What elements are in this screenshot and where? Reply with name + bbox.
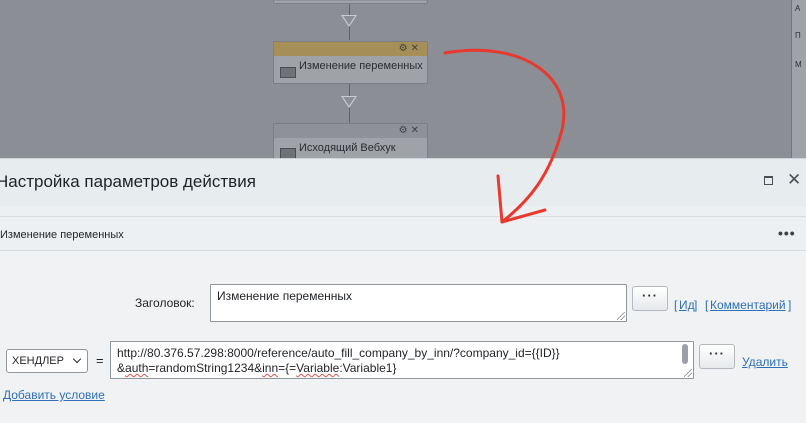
dialog-body bbox=[0, 251, 806, 423]
value-line-2: &auth=randomString1234&inn={=Variable:Va… bbox=[117, 361, 397, 375]
value-line-1: http://80.376.57.298:8000/reference/auto… bbox=[117, 346, 560, 360]
panel-label[interactable]: А bbox=[795, 4, 800, 13]
value-insert-button[interactable]: ··· bbox=[699, 344, 735, 369]
maximize-icon[interactable] bbox=[764, 176, 773, 185]
panel-label[interactable]: М bbox=[795, 60, 802, 69]
delete-link[interactable]: Удалить bbox=[742, 355, 788, 369]
block-header bbox=[274, 0, 427, 1]
variables-icon bbox=[280, 67, 296, 78]
workflow-block-top[interactable] bbox=[273, 0, 428, 4]
dialog-title: Настройка параметров действия bbox=[0, 172, 256, 191]
title-insert-button[interactable]: ··· bbox=[632, 286, 668, 311]
block-header: ⚙✕ bbox=[274, 42, 427, 56]
add-condition-link[interactable]: Добавить условие bbox=[3, 388, 105, 402]
more-options-icon[interactable]: ••• bbox=[778, 225, 796, 241]
action-settings-dialog: Настройка параметров действия ✕ Изменени… bbox=[0, 158, 806, 423]
bracket: ] bbox=[788, 298, 792, 312]
handler-select-value: ХЕНДЛЕР bbox=[12, 355, 64, 367]
close-icon[interactable]: ✕ bbox=[787, 171, 801, 188]
connector-arrow bbox=[341, 15, 357, 27]
chevron-down-icon bbox=[72, 354, 82, 364]
dialog-header: Настройка параметров действия ✕ bbox=[0, 158, 806, 206]
bracket: [ bbox=[705, 298, 709, 312]
bracket: ] bbox=[694, 298, 698, 312]
workflow-block-outgoing-webhook[interactable]: ⚙✕ Исходящий Вебхук bbox=[273, 123, 428, 158]
connector-arrow bbox=[341, 96, 357, 108]
id-link[interactable]: Ид bbox=[679, 298, 695, 312]
workflow-canvas: ⚙✕ Изменение переменных ⚙✕ Исходящий Веб… bbox=[0, 0, 806, 158]
block-gear-close-icons[interactable]: ⚙✕ bbox=[399, 125, 422, 136]
value-field[interactable]: http://80.376.57.298:8000/reference/auto… bbox=[110, 341, 694, 379]
handler-select[interactable]: ХЕНДЛЕР bbox=[6, 349, 88, 373]
block-header: ⚙✕ bbox=[274, 124, 427, 138]
block-gear-close-icons[interactable]: ⚙✕ bbox=[399, 43, 422, 54]
title-field[interactable]: Изменение переменных bbox=[210, 284, 627, 322]
divider bbox=[0, 216, 806, 217]
bracket: [ bbox=[674, 298, 678, 312]
right-side-panel: А П М bbox=[791, 0, 806, 158]
block-label: Исходящий Вебхук bbox=[299, 142, 396, 154]
workflow-block-change-variables[interactable]: ⚙✕ Изменение переменных bbox=[273, 41, 428, 84]
panel-label[interactable]: П bbox=[795, 31, 801, 40]
title-label: Заголовок: bbox=[135, 296, 195, 310]
equals-sign: = bbox=[96, 353, 104, 368]
scrollbar[interactable] bbox=[682, 344, 688, 364]
section-title: Изменение переменных bbox=[0, 229, 124, 241]
webhook-icon bbox=[280, 148, 296, 158]
comment-link[interactable]: Комментарий bbox=[710, 298, 786, 312]
block-label: Изменение переменных bbox=[299, 60, 423, 72]
